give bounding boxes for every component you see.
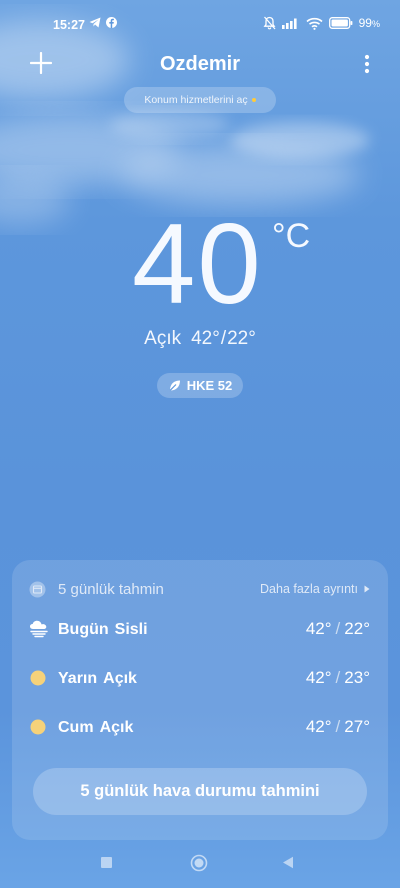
muted-bell-icon: [263, 16, 276, 30]
facebook-icon: [106, 17, 117, 28]
battery-icon: [328, 17, 353, 29]
forecast-day-label: Cum Açık: [58, 719, 134, 736]
calendar-icon: [29, 581, 46, 598]
condition-text: Açık: [144, 328, 182, 349]
low-temp: 22°: [227, 328, 256, 349]
telegram-icon: [89, 17, 101, 28]
home-button[interactable]: [190, 854, 208, 872]
forecast-temps: 42°/22°: [305, 619, 370, 638]
more-details-label: Daha fazla ayrıntı: [260, 582, 358, 596]
temperature-value: 40: [132, 201, 263, 328]
sun-icon: [30, 719, 46, 735]
air-quality-badge[interactable]: HKE 52: [157, 373, 243, 398]
high-temp: 42°: [191, 328, 220, 349]
forecast-row-friday[interactable]: Cum Açık 42°/27°: [12, 715, 388, 741]
more-details-link[interactable]: Daha fazla ayrıntı: [260, 582, 370, 596]
back-button[interactable]: [282, 856, 294, 869]
location-services-button[interactable]: Konum hizmetlerini aç: [124, 87, 276, 113]
recent-apps-button[interactable]: [101, 857, 112, 868]
sun-icon: [30, 670, 46, 686]
forecast-row-today[interactable]: Bugün Sisli 42°/22°: [12, 617, 388, 643]
battery-percentage: 99%: [358, 16, 380, 30]
aqi-label: HKE 52: [186, 378, 233, 393]
forecast-header: 5 günlük tahmin Daha fazla ayrıntı: [12, 580, 388, 600]
more-options-icon[interactable]: [364, 54, 370, 74]
status-app-icons: [89, 17, 117, 28]
forecast-day-label: Yarın Açık: [58, 670, 137, 687]
wifi-icon: [306, 17, 323, 30]
forecast-temps: 42°/23°: [305, 668, 370, 687]
temperature-unit: °C: [272, 217, 311, 255]
signal-icon: [281, 18, 297, 29]
current-temperature: 40 °C: [0, 205, 400, 325]
navigation-bar: [0, 845, 400, 885]
notification-dot: [251, 98, 256, 102]
leaf-icon: [169, 380, 180, 391]
forecast-card: 5 günlük tahmin Daha fazla ayrıntı Bugün…: [12, 560, 388, 840]
city-name: Ozdemir: [159, 53, 241, 75]
status-system-icons: 99%: [263, 16, 380, 30]
fog-icon: [30, 620, 48, 638]
location-services-label: Konum hizmetlerini aç: [144, 94, 248, 106]
forecast-title: 5 günlük tahmin: [58, 581, 164, 598]
chevron-right-icon: [364, 585, 370, 593]
header: Ozdemir: [0, 48, 400, 84]
five-day-forecast-button[interactable]: 5 günlük hava durumu tahmini: [33, 768, 367, 815]
status-bar: 15:27 99%: [0, 0, 400, 50]
status-time: 15:27: [53, 18, 85, 32]
temp-separator: /: [220, 328, 227, 349]
forecast-temps: 42°/27°: [305, 717, 370, 736]
forecast-row-tomorrow[interactable]: Yarın Açık 42°/23°: [12, 666, 388, 692]
forecast-day-label: Bugün Sisli: [58, 621, 148, 638]
condition-line: Açık 42°/22°: [0, 328, 400, 350]
